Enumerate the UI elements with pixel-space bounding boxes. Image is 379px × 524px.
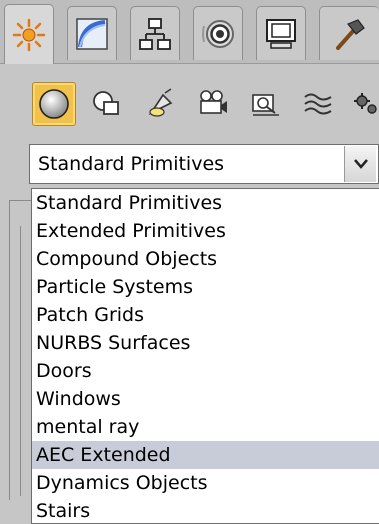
dropdown-option-highlighted[interactable]: AEC Extended (32, 441, 379, 469)
tab-modify[interactable] (67, 6, 117, 60)
dropdown-option[interactable]: Windows (32, 385, 379, 413)
tab-hierarchy[interactable] (130, 6, 180, 60)
dropdown-selected-value: Standard Primitives (38, 153, 225, 175)
dropdown-option[interactable]: Standard Primitives (32, 189, 379, 217)
cameras-icon (200, 90, 227, 114)
helpers-icon (252, 94, 279, 116)
shapes-icon (93, 91, 119, 115)
modify-curve-icon (76, 17, 108, 50)
tab-motion[interactable] (193, 6, 243, 60)
rollout-border (20, 226, 21, 496)
tab-utilities[interactable] (319, 6, 379, 60)
rollout-border (9, 200, 10, 500)
utilities-hammer-icon (335, 18, 365, 50)
dropdown-option[interactable]: Compound Objects (32, 245, 379, 273)
tab-display[interactable] (256, 6, 306, 60)
object-type-dropdown[interactable]: Standard Primitives (29, 144, 379, 184)
dropdown-option[interactable]: Stairs (32, 497, 379, 524)
object-category-toolbar (0, 74, 379, 134)
dropdown-option[interactable]: mental ray (32, 413, 379, 441)
object-type-options-list: Standard Primitives Extended Primitives … (31, 188, 379, 524)
motion-icon (202, 19, 234, 48)
dropdown-arrow-button[interactable] (344, 146, 376, 182)
space-warps-icon (304, 93, 332, 115)
systems-icon (354, 93, 377, 114)
category-space-warps-button[interactable] (297, 82, 341, 126)
geometry-sphere-icon (39, 89, 69, 119)
category-cameras-button[interactable] (191, 82, 235, 126)
tab-create[interactable] (4, 4, 54, 64)
lights-icon (148, 88, 173, 117)
dropdown-option[interactable]: Patch Grids (32, 301, 379, 329)
chevron-down-icon (353, 159, 368, 169)
dropdown-option[interactable]: Extended Primitives (32, 217, 379, 245)
dropdown-option[interactable]: NURBS Surfaces (32, 329, 379, 357)
category-geometry-button[interactable] (32, 82, 76, 126)
dropdown-option[interactable]: Particle Systems (32, 273, 379, 301)
category-helpers-button[interactable] (244, 82, 288, 126)
category-systems-button[interactable] (345, 82, 379, 126)
dropdown-option[interactable]: Doors (32, 357, 379, 385)
command-panel: Standard Primitives Standard Primitives … (0, 0, 379, 524)
display-monitor-icon (266, 18, 296, 49)
category-lights-button[interactable] (138, 82, 182, 126)
command-panel-tabs (0, 0, 379, 64)
hierarchy-icon (139, 17, 171, 50)
create-sun-icon (12, 18, 46, 51)
dropdown-option[interactable]: Dynamics Objects (32, 469, 379, 497)
category-shapes-button[interactable] (85, 82, 129, 126)
rollout-border (9, 200, 31, 201)
